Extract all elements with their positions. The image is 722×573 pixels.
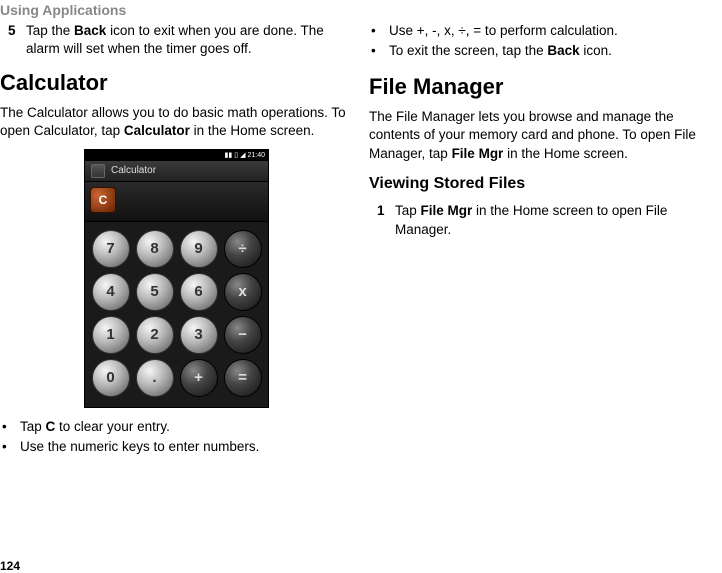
- clear-button[interactable]: C: [90, 187, 116, 213]
- back-label: Back: [74, 23, 106, 38]
- text: To exit the screen, tap the: [389, 43, 547, 58]
- app-title: Calculator: [111, 164, 156, 178]
- calculator-heading: Calculator: [0, 68, 353, 98]
- key-+[interactable]: +: [180, 359, 218, 397]
- c-key-label: C: [46, 419, 56, 434]
- bullet-icon: •: [0, 418, 20, 436]
- page-number: 124: [0, 559, 20, 573]
- text: Use the numeric keys to enter numbers.: [20, 438, 259, 456]
- calculator-icon: [91, 164, 105, 178]
- file-mgr-label: File Mgr: [452, 146, 504, 161]
- viewing-stored-files-heading: Viewing Stored Files: [369, 173, 722, 195]
- bullet-icon: •: [369, 22, 389, 40]
- key-÷[interactable]: ÷: [224, 230, 262, 268]
- calculator-label: Calculator: [124, 123, 190, 138]
- step-1: 1 Tap File Mgr in the Home screen to ope…: [369, 202, 722, 238]
- key-3[interactable]: 3: [180, 316, 218, 354]
- step-body: Tap File Mgr in the Home screen to open …: [395, 202, 722, 238]
- app-titlebar: Calculator: [85, 161, 268, 182]
- calculator-screenshot: ▮▮ ▯ ◢ 21:40 Calculator C 789÷ 456x 123− 0.…: [0, 149, 353, 408]
- key-6[interactable]: 6: [180, 273, 218, 311]
- text: Use +, -, x, ÷, = to perform calculation…: [389, 22, 618, 40]
- page-header: Using Applications: [0, 0, 722, 22]
- key-1[interactable]: 1: [92, 316, 130, 354]
- clock: 21:40: [247, 151, 265, 160]
- key-4[interactable]: 4: [92, 273, 130, 311]
- text: Tap: [395, 203, 421, 218]
- key-0[interactable]: 0: [92, 359, 130, 397]
- calculator-bullets: • Tap C to clear your entry. • Use the n…: [0, 418, 353, 456]
- keypad: 789÷ 456x 123− 0.+=: [85, 222, 268, 407]
- key-2[interactable]: 2: [136, 316, 174, 354]
- text: Tap the: [26, 23, 74, 38]
- text: icon.: [580, 43, 612, 58]
- file-manager-intro: The File Manager lets you browse and man…: [369, 108, 722, 163]
- key-9[interactable]: 9: [180, 230, 218, 268]
- network-icon: ◢: [240, 151, 245, 160]
- signal-icon: ▮▮: [225, 151, 233, 160]
- bullet-icon: •: [0, 438, 20, 456]
- left-column: 5 Tap the Back icon to exit when you are…: [0, 22, 353, 458]
- step-5: 5 Tap the Back icon to exit when you are…: [0, 22, 353, 58]
- calc-display: C: [85, 182, 268, 222]
- right-column: • Use +, -, x, ÷, = to perform calculati…: [369, 22, 722, 458]
- key-−[interactable]: −: [224, 316, 262, 354]
- text: Tap: [20, 419, 46, 434]
- phone-frame: ▮▮ ▯ ◢ 21:40 Calculator C 789÷ 456x 123− 0.…: [84, 149, 269, 408]
- key-=[interactable]: =: [224, 359, 262, 397]
- key-7[interactable]: 7: [92, 230, 130, 268]
- list-item: • To exit the screen, tap the Back icon.: [369, 42, 722, 60]
- list-item: • Use the numeric keys to enter numbers.: [0, 438, 353, 456]
- text: to clear your entry.: [55, 419, 170, 434]
- list-item: • Tap C to clear your entry.: [0, 418, 353, 436]
- calculator-intro: The Calculator allows you to do basic ma…: [0, 104, 353, 140]
- battery-icon: ▯: [234, 151, 238, 160]
- key-5[interactable]: 5: [136, 273, 174, 311]
- list-item: • Use +, -, x, ÷, = to perform calculati…: [369, 22, 722, 40]
- file-mgr-label: File Mgr: [421, 203, 473, 218]
- text: Tap C to clear your entry.: [20, 418, 170, 436]
- status-bar: ▮▮ ▯ ◢ 21:40: [85, 150, 268, 161]
- step-number: 5: [0, 22, 26, 58]
- text: in the Home screen.: [190, 123, 315, 138]
- key-.[interactable]: .: [136, 359, 174, 397]
- step-body: Tap the Back icon to exit when you are d…: [26, 22, 353, 58]
- text: To exit the screen, tap the Back icon.: [389, 42, 612, 60]
- key-8[interactable]: 8: [136, 230, 174, 268]
- text: in the Home screen.: [503, 146, 628, 161]
- file-manager-heading: File Manager: [369, 72, 722, 102]
- step-number: 1: [369, 202, 395, 238]
- bullet-icon: •: [369, 42, 389, 60]
- back-label: Back: [547, 43, 579, 58]
- calc-op-bullets: • Use +, -, x, ÷, = to perform calculati…: [369, 22, 722, 60]
- key-x[interactable]: x: [224, 273, 262, 311]
